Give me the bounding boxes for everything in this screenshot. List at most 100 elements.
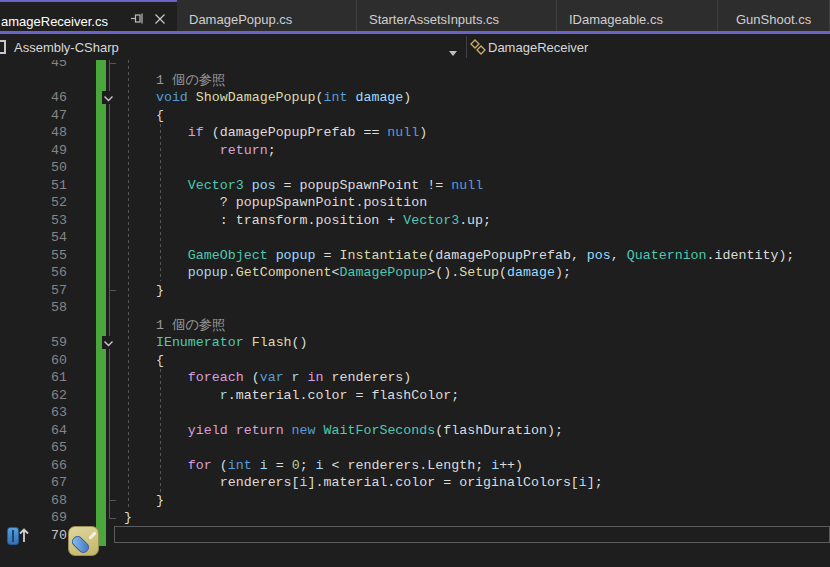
outline-guide-line xyxy=(109,60,110,518)
line-number: 56 xyxy=(0,264,67,282)
tab-gunshoot-cs[interactable]: GunShoot.cs xyxy=(718,0,830,31)
collapse-chevron-icon[interactable] xyxy=(102,336,115,349)
line-number: 52 xyxy=(0,194,67,212)
line-number: 55 xyxy=(0,247,67,265)
code-row[interactable]: 66 for (int i = 0; i < renderers.Length;… xyxy=(0,457,830,475)
current-line-highlight xyxy=(114,526,830,543)
indent-guide xyxy=(128,60,129,509)
code-text: { xyxy=(124,107,164,125)
line-number: 57 xyxy=(0,282,67,300)
tab-label: GunShoot.cs xyxy=(736,12,811,27)
line-number: 53 xyxy=(0,212,67,230)
tab-damagepopup-cs[interactable]: DamagePopup.cs xyxy=(177,0,357,31)
line-number: 61 xyxy=(0,369,67,387)
code-text: } xyxy=(124,509,132,527)
code-text: IEnumerator Flash() xyxy=(124,334,308,352)
code-row[interactable]: 61 foreach (var r in renderers) xyxy=(0,369,830,387)
tab-label: StarterAssetsInputs.cs xyxy=(369,12,499,27)
code-text: yield return new WaitForSeconds(flashDur… xyxy=(124,422,563,440)
tab-starterassetsinputs-cs[interactable]: StarterAssetsInputs.cs xyxy=(357,0,557,31)
line-number: 49 xyxy=(0,142,67,160)
class-icon xyxy=(469,38,487,59)
code-text: : transform.position + Vector3.up; xyxy=(124,212,491,230)
code-text: popup.GetComponent<DamagePopup>().Setup(… xyxy=(124,264,571,282)
code-row[interactable]: 54 xyxy=(0,229,830,247)
code-row[interactable]: 51 Vector3 pos = popupSpawnPoint != null xyxy=(0,177,830,195)
code-row[interactable]: 63 xyxy=(0,404,830,422)
dropdown-arrow-icon[interactable] xyxy=(449,45,458,60)
document-icon xyxy=(0,40,6,54)
line-number: 50 xyxy=(0,159,67,177)
close-icon[interactable] xyxy=(154,13,166,28)
line-number: 67 xyxy=(0,474,67,492)
up-arrow-icon[interactable] xyxy=(18,526,30,548)
code-row[interactable]: 49 return; xyxy=(0,142,830,160)
code-text: { xyxy=(124,352,164,370)
codelens-row[interactable]: 1 個の参照 xyxy=(0,72,830,90)
tab-idamageable-cs[interactable]: IDamageable.cs xyxy=(557,0,718,31)
code-text: return; xyxy=(124,142,276,160)
code-row[interactable]: 59 IEnumerator Flash() xyxy=(0,334,830,352)
line-number: 66 xyxy=(0,457,67,475)
code-row[interactable]: 57 } xyxy=(0,282,830,300)
line-number: 47 xyxy=(0,107,67,125)
line-number: 45 xyxy=(0,60,67,72)
code-text: GameObject popup = Instantiate(damagePop… xyxy=(124,247,794,265)
line-number: 62 xyxy=(0,387,67,405)
code-row[interactable]: 47 { xyxy=(0,107,830,125)
code-lines: 45 1 個の参照46 void ShowDamagePopup(int dam… xyxy=(0,60,830,544)
code-row[interactable]: 50 xyxy=(0,159,830,177)
tab-amagereceiver-cs[interactable]: amageReceiver.cs xyxy=(0,0,177,31)
tab-label: IDamageable.cs xyxy=(569,12,663,27)
navigation-bar: Assembly-CSharp DamageReceiver xyxy=(0,34,830,60)
line-number: 69 xyxy=(0,509,67,527)
code-row[interactable]: 52 ? popupSpawnPoint.position xyxy=(0,194,830,212)
code-text: foreach (var r in renderers) xyxy=(124,369,411,387)
code-row[interactable]: 68 } xyxy=(0,492,830,510)
type-dropdown[interactable]: DamageReceiver xyxy=(488,40,588,55)
code-row[interactable]: 58 xyxy=(0,299,830,317)
code-text: void ShowDamagePopup(int damage) xyxy=(124,89,411,107)
outline-end-tick xyxy=(109,63,116,64)
collapse-chevron-icon[interactable] xyxy=(102,91,115,104)
code-row[interactable]: 46 void ShowDamagePopup(int damage) xyxy=(0,89,830,107)
pin-icon[interactable] xyxy=(130,12,144,28)
code-text: ? popupSpawnPoint.position xyxy=(124,194,427,212)
code-text: if (damagePopupPrefab == null) xyxy=(124,124,427,142)
code-row[interactable]: 67 renderers[i].material.color = origina… xyxy=(0,474,830,492)
line-number: 46 xyxy=(0,89,67,107)
code-row[interactable]: 64 yield return new WaitForSeconds(flash… xyxy=(0,422,830,440)
code-row[interactable]: 53 : transform.position + Vector3.up; xyxy=(0,212,830,230)
navbar-separator xyxy=(466,36,467,58)
code-row[interactable]: 62 r.material.color = flashColor; xyxy=(0,387,830,405)
tab-label: amageReceiver.cs xyxy=(1,14,108,29)
line-number: 68 xyxy=(0,492,67,510)
tab-label: DamagePopup.cs xyxy=(189,12,292,27)
code-row[interactable]: 65 xyxy=(0,439,830,457)
indent-guide xyxy=(160,124,161,281)
change-tracking-bar xyxy=(96,60,106,546)
line-number: 54 xyxy=(0,229,67,247)
line-number: 65 xyxy=(0,439,67,457)
code-text: Vector3 pos = popupSpawnPoint != null xyxy=(124,177,483,195)
quick-action-icon[interactable] xyxy=(68,526,99,556)
code-row[interactable]: 69} xyxy=(0,509,830,527)
code-text: r.material.color = flashColor; xyxy=(124,387,459,405)
tab-bar: amageReceiver.cs DamagePopup.cs StarterAss… xyxy=(0,0,830,31)
codelens-row[interactable]: 1 個の参照 xyxy=(0,317,830,335)
code-row[interactable]: 60 { xyxy=(0,352,830,370)
code-text: renderers[i].material.color = originalCo… xyxy=(124,474,603,492)
line-number: 60 xyxy=(0,352,67,370)
code-row[interactable]: 45 xyxy=(0,60,830,72)
code-editor[interactable]: 45 1 個の参照46 void ShowDamagePopup(int dam… xyxy=(0,60,830,567)
code-row[interactable]: 56 popup.GetComponent<DamagePopup>().Set… xyxy=(0,264,830,282)
code-row[interactable]: 48 if (damagePopupPrefab == null) xyxy=(0,124,830,142)
outline-end-tick xyxy=(109,290,116,291)
code-text: 1 個の参照 xyxy=(124,72,225,90)
code-text: for (int i = 0; i < renderers.Length; i+… xyxy=(124,457,523,475)
indent-guide xyxy=(160,369,161,492)
project-dropdown[interactable]: Assembly-CSharp xyxy=(14,40,119,55)
visual-studio-window: amageReceiver.cs DamagePopup.cs StarterAss… xyxy=(0,0,830,567)
outline-end-tick xyxy=(109,518,116,519)
code-row[interactable]: 55 GameObject popup = Instantiate(damage… xyxy=(0,247,830,265)
